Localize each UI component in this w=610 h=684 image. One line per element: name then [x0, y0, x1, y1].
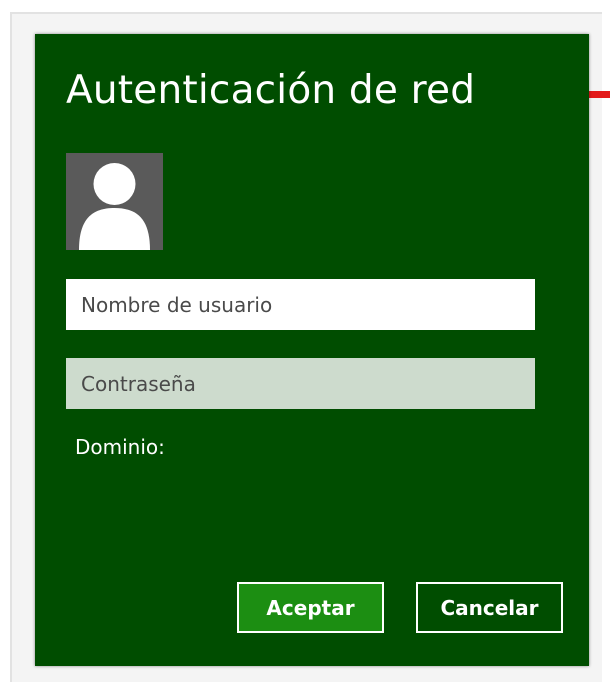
password-input[interactable]: [66, 358, 535, 409]
user-avatar-icon: [66, 153, 163, 250]
user-silhouette-icon: [79, 163, 150, 250]
accept-button[interactable]: Aceptar: [237, 582, 384, 633]
username-input[interactable]: [66, 279, 535, 330]
network-authentication-dialog: Autenticación de red Dominio: Aceptar Ca…: [35, 34, 589, 666]
dialog-title: Autenticación de red: [66, 68, 476, 113]
domain-label: Dominio:: [75, 435, 165, 459]
cancel-button[interactable]: Cancelar: [416, 582, 563, 633]
